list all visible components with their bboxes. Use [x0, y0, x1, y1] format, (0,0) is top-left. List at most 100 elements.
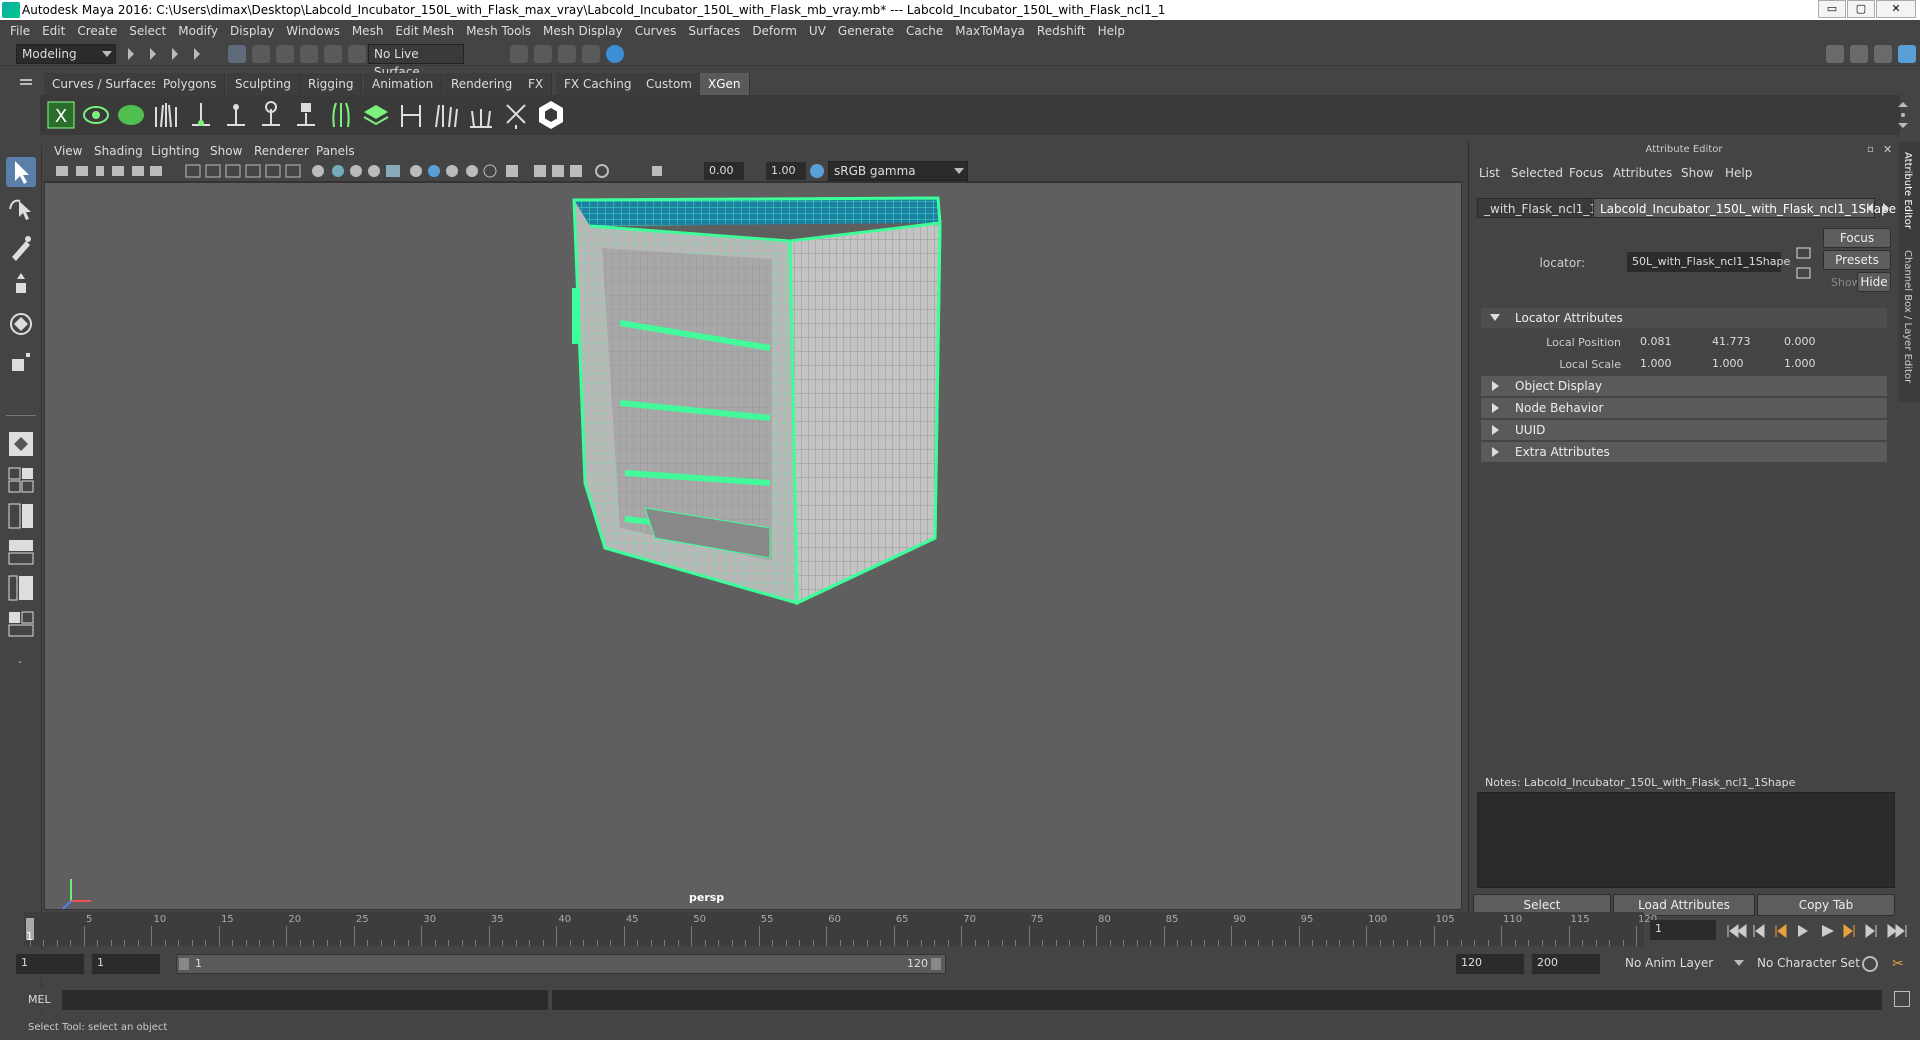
section-uuid[interactable]: UUID: [1481, 420, 1887, 440]
menu-deform[interactable]: Deform: [746, 24, 803, 38]
single-perspective-layout-icon[interactable]: [6, 429, 36, 459]
menu-file[interactable]: File: [4, 24, 36, 38]
menu-set-arrows-icon[interactable]: [126, 46, 216, 62]
menu-edit[interactable]: Edit: [36, 24, 71, 38]
lasso-select-icon[interactable]: [252, 45, 270, 63]
xgen-preview-icon[interactable]: [81, 99, 111, 131]
ae-menu-show[interactable]: Show: [1681, 166, 1713, 180]
script-editor-icon[interactable]: [1894, 991, 1910, 1007]
auto-key-icon[interactable]: [1862, 956, 1878, 972]
preferences-icon[interactable]: ✂: [1892, 956, 1908, 972]
ae-menu-help[interactable]: Help: [1725, 166, 1752, 180]
range-slider[interactable]: 1 120: [176, 954, 946, 974]
menu-surfaces[interactable]: Surfaces: [682, 24, 746, 38]
minimize-button[interactable]: ▭: [1818, 0, 1846, 18]
outliner-layout-icon[interactable]: [6, 537, 36, 567]
menu-mesh-tools[interactable]: Mesh Tools: [460, 24, 537, 38]
focus-button[interactable]: Focus: [1823, 228, 1891, 248]
locator-name-field[interactable]: 50L_with_Flask_ncl1_1Shape: [1627, 252, 1790, 272]
menu-generate[interactable]: Generate: [832, 24, 900, 38]
select-hierarchy-icon[interactable]: [228, 45, 246, 63]
menu-maxtomaya[interactable]: MaxToMaya: [949, 24, 1031, 38]
xgen-tube-icon[interactable]: [396, 99, 426, 131]
paint-select-icon[interactable]: [276, 45, 294, 63]
hide-button[interactable]: Hide: [1857, 272, 1891, 292]
toolbox-more-icon[interactable]: -: [18, 655, 22, 668]
menu-mesh-display[interactable]: Mesh Display: [537, 24, 629, 38]
ae-menu-selected[interactable]: Selected: [1511, 166, 1563, 180]
character-set-dropdown[interactable]: No Character Set: [1752, 954, 1870, 974]
menu-help[interactable]: Help: [1092, 24, 1131, 38]
perspective-viewport[interactable]: [44, 182, 1462, 910]
section-locator-attributes[interactable]: Locator Attributes: [1481, 308, 1887, 328]
playback-controls-icon[interactable]: [1726, 922, 1916, 940]
animation-start-field[interactable]: 1: [16, 954, 84, 974]
viewport-menu-show[interactable]: Show: [210, 144, 242, 158]
render-view-icon[interactable]: [606, 45, 624, 63]
tab-curves-surfaces[interactable]: Curves / Surfaces: [44, 73, 167, 95]
color-space-dropdown[interactable]: sRGB gamma: [828, 161, 968, 181]
tab-animation[interactable]: Animation: [364, 73, 443, 95]
local-scale-y[interactable]: 1.000: [1707, 355, 1763, 373]
xgen-curves-to-guides-icon[interactable]: [326, 99, 356, 131]
range-start-handle[interactable]: [179, 958, 189, 970]
tab-xgen[interactable]: XGen: [700, 73, 750, 95]
xgen-description-icon[interactable]: [116, 99, 146, 131]
scale-tool-icon[interactable]: [6, 347, 36, 377]
xgen-export-icon[interactable]: [501, 99, 531, 131]
xgen-add-guide-icon[interactable]: [186, 99, 216, 131]
tab-rigging[interactable]: Rigging: [300, 73, 363, 95]
xgen-lock-guide-icon[interactable]: [291, 99, 321, 131]
gamma-field[interactable]: 1.00: [766, 162, 806, 180]
graph-editor-layout-icon[interactable]: [6, 573, 36, 603]
current-frame-field[interactable]: 1: [1650, 920, 1716, 940]
time-slider[interactable]: 1 5 10 15 20 25 30 35 40 45 50 55 60 65 70 75 80 85 90 95 1…: [24, 912, 1657, 946]
tab-custom[interactable]: Custom: [638, 73, 701, 95]
xgen-layers-icon[interactable]: [361, 99, 391, 131]
copy-tab-button[interactable]: Copy Tab: [1757, 894, 1895, 916]
rotate-tool-icon[interactable]: [6, 309, 36, 339]
tab-rendering[interactable]: Rendering: [443, 73, 522, 95]
channel-box-toggle-icon[interactable]: [1850, 45, 1868, 63]
menu-cache[interactable]: Cache: [900, 24, 949, 38]
viewport-toolbar-icons[interactable]: [56, 163, 676, 179]
mel-label[interactable]: MEL: [28, 993, 51, 1006]
side-tab-channel-box[interactable]: Channel Box / Layer Editor: [1902, 250, 1913, 383]
tab-fx[interactable]: FX: [520, 73, 553, 95]
menu-create[interactable]: Create: [71, 24, 123, 38]
move-tool-icon[interactable]: [6, 271, 36, 301]
ae-tab-transform[interactable]: _with_Flask_ncl1_1: [1477, 198, 1597, 218]
local-scale-z[interactable]: 1.000: [1779, 355, 1835, 373]
shelf-menu-icon[interactable]: [20, 79, 32, 81]
local-position-x[interactable]: 0.081: [1635, 333, 1691, 351]
tab-fx-caching[interactable]: FX Caching: [556, 73, 641, 95]
menu-select[interactable]: Select: [123, 24, 172, 38]
notes-field[interactable]: [1477, 792, 1895, 888]
menu-redshift[interactable]: Redshift: [1031, 24, 1092, 38]
hypershade-icon[interactable]: [582, 45, 600, 63]
tool-settings-toggle-icon[interactable]: [1874, 45, 1892, 63]
local-position-y[interactable]: 41.773: [1707, 333, 1763, 351]
four-view-layout-icon[interactable]: [6, 465, 36, 495]
xgen-editor-icon[interactable]: X: [46, 99, 76, 131]
paint-select-tool-icon[interactable]: [6, 233, 36, 263]
hypershade-layout-icon[interactable]: [6, 609, 36, 639]
local-position-z[interactable]: 0.000: [1779, 333, 1835, 351]
mode-dropdown[interactable]: Modeling: [16, 44, 116, 64]
ae-menu-attributes[interactable]: Attributes: [1613, 166, 1672, 180]
maximize-button[interactable]: ▢: [1847, 0, 1875, 18]
select-tool-icon[interactable]: [6, 157, 36, 187]
menu-edit-mesh[interactable]: Edit Mesh: [389, 24, 460, 38]
viewport-menu-panels[interactable]: Panels: [316, 144, 355, 158]
render-frame-icon[interactable]: [510, 45, 528, 63]
ae-menu-list[interactable]: List: [1479, 166, 1500, 180]
tab-scroll-arrows-icon[interactable]: [1865, 202, 1891, 214]
lasso-tool-icon[interactable]: [6, 195, 36, 225]
workspace-icon[interactable]: [1826, 45, 1844, 63]
color-management-icon[interactable]: [810, 164, 824, 178]
menu-modify[interactable]: Modify: [172, 24, 224, 38]
menu-uv[interactable]: UV: [803, 24, 832, 38]
section-object-display[interactable]: Object Display: [1481, 376, 1887, 396]
exposure-field[interactable]: 0.00: [704, 162, 744, 180]
close-button[interactable]: ✕: [1876, 0, 1916, 18]
